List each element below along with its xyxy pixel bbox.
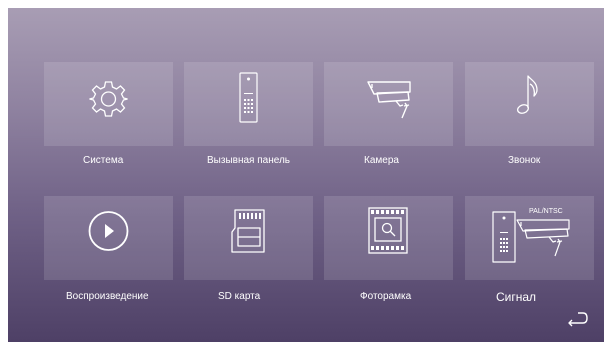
screen: Система Вызывная панель Камера Звонок Во… xyxy=(8,8,604,342)
menu-tile-sd-card[interactable] xyxy=(184,196,313,280)
door-panel-icon xyxy=(239,72,258,123)
menu-label-playback: Воспроизведение xyxy=(66,291,149,302)
menu-tile-signal[interactable]: PAL/NTSC xyxy=(465,196,594,280)
photo-frame-icon xyxy=(368,207,408,254)
menu-label-system: Система xyxy=(83,155,124,166)
menu-label-signal: Сигнал xyxy=(496,290,537,304)
back-arrow-icon xyxy=(568,312,588,327)
menu-label-sd-card: SD карта xyxy=(218,291,261,302)
menu-label-camera: Камера xyxy=(364,155,399,166)
pal-ntsc-badge: PAL/NTSC xyxy=(529,208,563,215)
menu-tile-ringtone[interactable] xyxy=(465,62,594,146)
play-icon xyxy=(88,211,129,251)
menu-tile-door-panel[interactable] xyxy=(184,62,313,146)
gear-icon xyxy=(89,81,128,117)
music-note-icon xyxy=(517,75,538,114)
menu-label-door-panel: Вызывная панель xyxy=(207,155,290,166)
menu-label-photo-frame: Фоторамка xyxy=(360,291,412,302)
menu-tile-photo-frame[interactable] xyxy=(324,196,453,280)
menu-label-ringtone: Звонок xyxy=(508,155,541,166)
signal-icon: PAL/NTSC xyxy=(492,208,570,263)
sd-card-icon xyxy=(231,209,265,253)
back-button[interactable] xyxy=(564,308,590,330)
cctv-camera-icon xyxy=(367,81,411,119)
menu-tile-camera[interactable] xyxy=(324,62,453,146)
menu-tile-system[interactable] xyxy=(44,62,173,146)
menu-tile-playback[interactable] xyxy=(44,196,173,280)
